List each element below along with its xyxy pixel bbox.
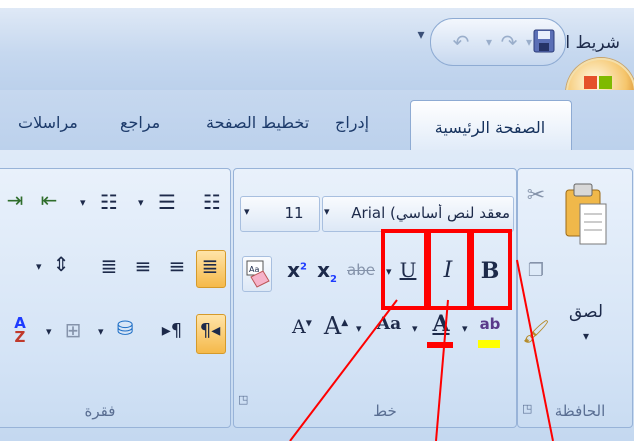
annotation-line-clipboard: [516, 259, 554, 441]
annotation-line-underline: [289, 299, 398, 441]
annotation-lines: [289, 259, 554, 441]
annotation-line-italic: [435, 299, 449, 441]
